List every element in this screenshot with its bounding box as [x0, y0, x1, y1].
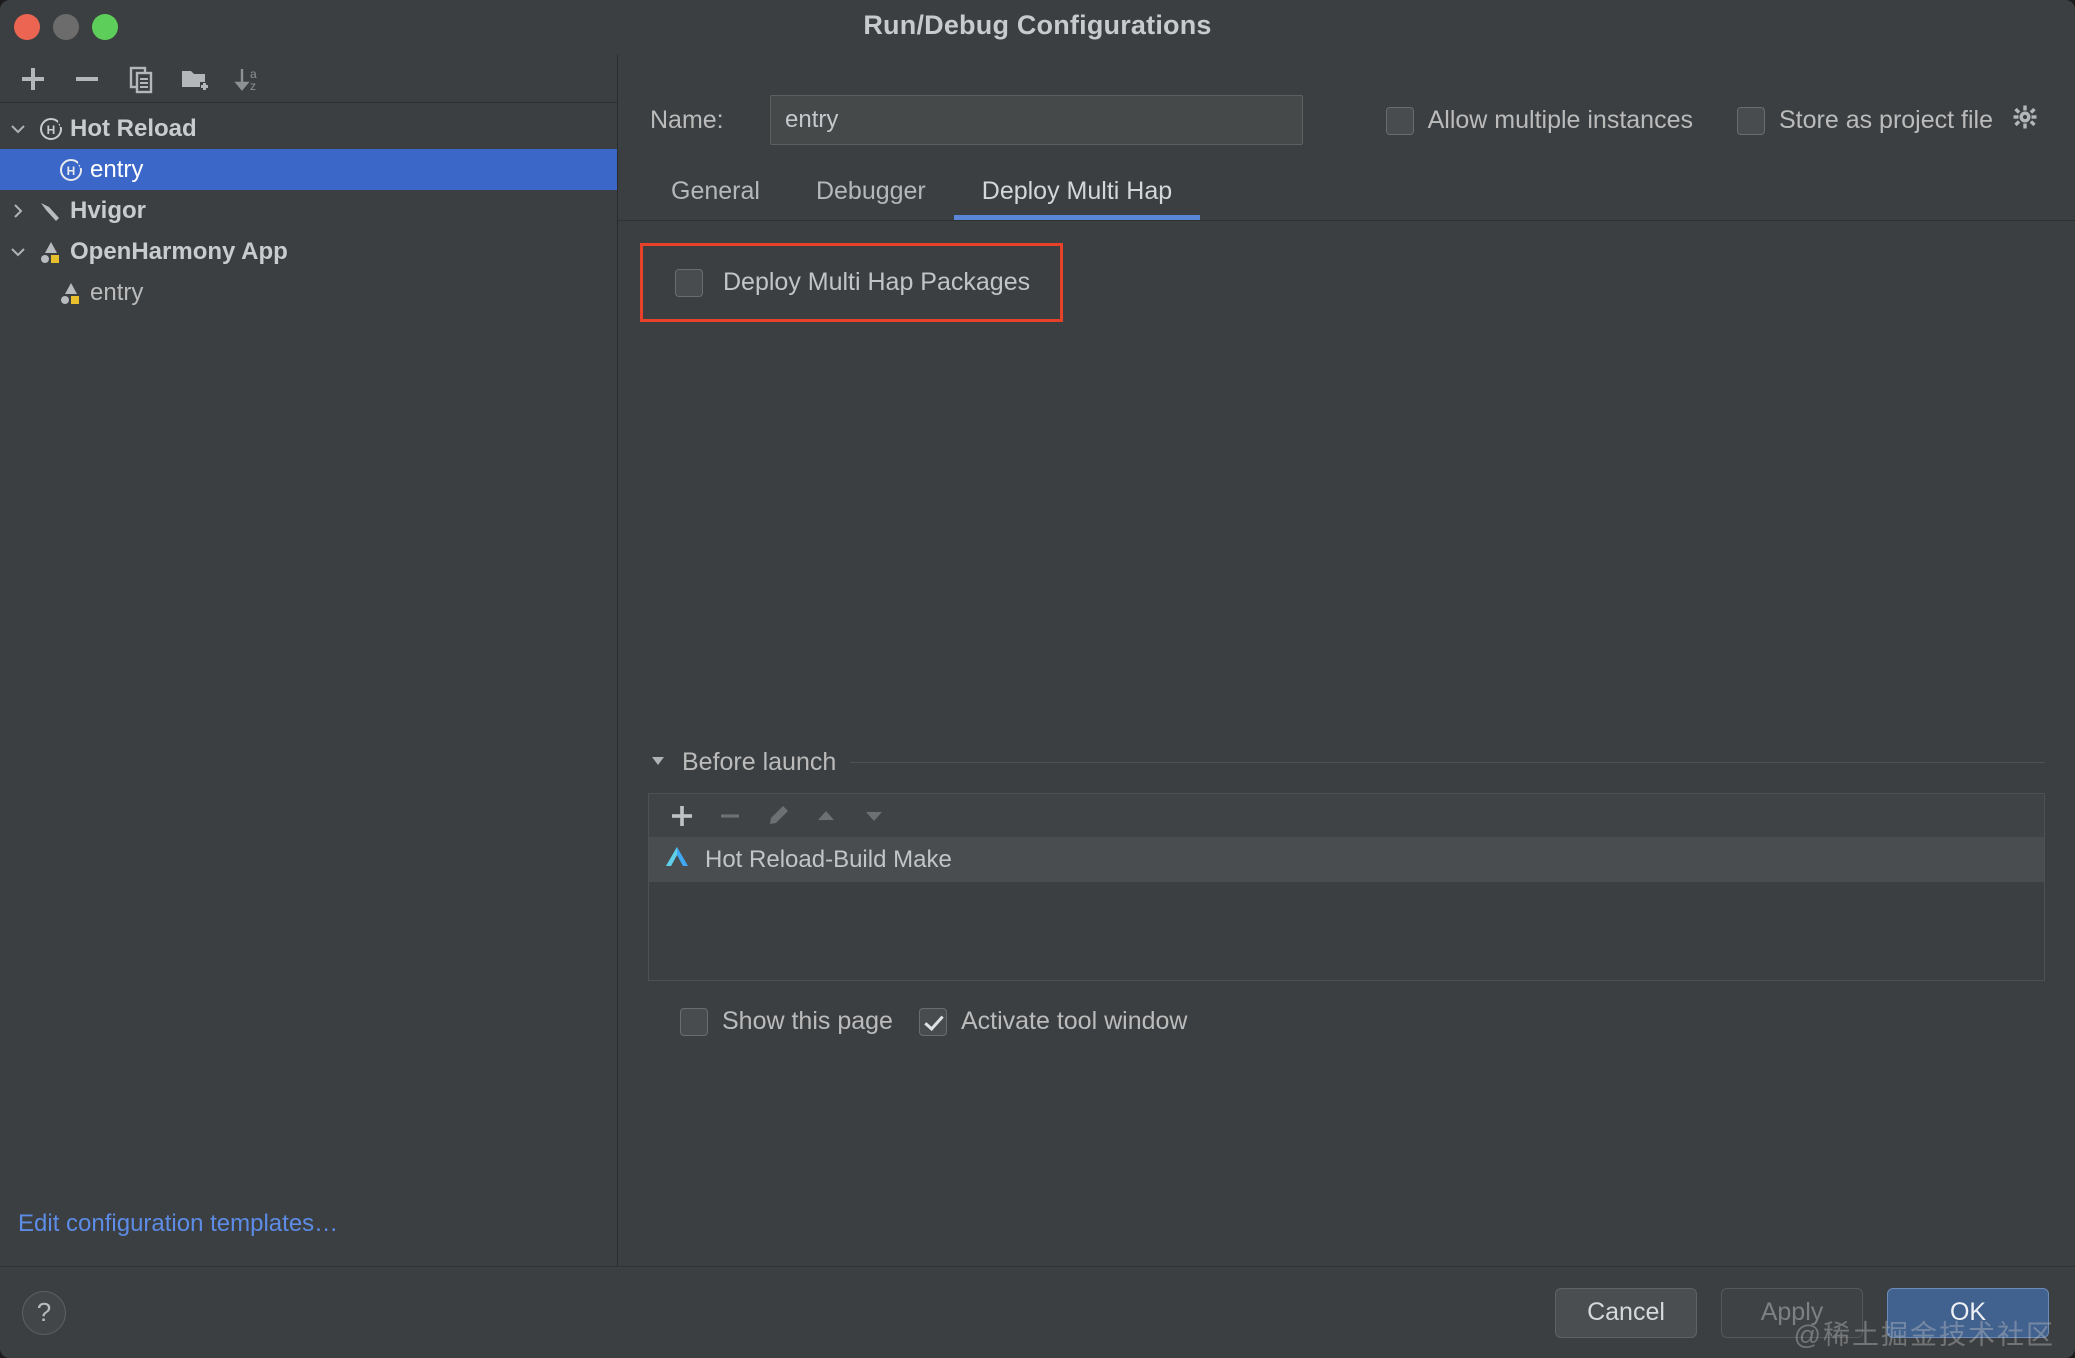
allow-multiple-instances-option[interactable]: Allow multiple instances — [1385, 106, 1693, 135]
configurations-tree: H Hot Reload H entry Hvigor OpenHarmony … — [0, 103, 617, 1210]
remove-configuration-button[interactable] — [62, 59, 112, 99]
tree-item-hvigor[interactable]: Hvigor — [0, 190, 617, 231]
deploy-multi-hap-highlight: Deploy Multi Hap Packages — [640, 243, 1064, 322]
add-before-launch-task-button[interactable] — [661, 798, 703, 834]
before-launch-toolbar — [649, 794, 2044, 838]
allow-multiple-instances-label: Allow multiple instances — [1427, 106, 1693, 134]
before-launch-rule — [850, 762, 2045, 763]
top-options: Allow multiple instances Store as projec… — [1385, 103, 2039, 138]
before-launch-section: Before launch Hot Reload-Build Make Show… — [618, 748, 2075, 1036]
tree-item-openharmony-app[interactable]: OpenHarmony App — [0, 231, 617, 272]
deploy-multi-hap-packages-label: Deploy Multi Hap Packages — [723, 268, 1031, 296]
store-as-project-file-label: Store as project file — [1779, 106, 1993, 134]
show-this-page-option[interactable]: Show this page — [680, 1007, 893, 1036]
title-bar: Run/Debug Configurations — [0, 0, 2075, 55]
tab-deploy-multi-hap[interactable]: Deploy Multi Hap — [953, 169, 1201, 220]
apply-button[interactable]: Apply — [1721, 1287, 1863, 1338]
hot-reload-icon: H — [56, 157, 86, 183]
edit-configuration-templates-link[interactable]: Edit configuration templates… — [0, 1210, 617, 1266]
page-title: Run/Debug Configurations — [863, 10, 1212, 40]
before-launch-title: Before launch — [682, 748, 837, 776]
before-launch-task-list: Hot Reload-Build Make — [649, 838, 2044, 980]
move-task-down-button[interactable] — [853, 798, 895, 834]
triangle-down-icon[interactable] — [648, 750, 668, 775]
tree-item-hot-reload-entry[interactable]: H entry — [0, 149, 617, 190]
before-launch-header[interactable]: Before launch — [648, 748, 2045, 777]
show-this-page-label: Show this page — [722, 1007, 893, 1035]
deveco-build-icon — [663, 843, 691, 878]
new-folder-button[interactable] — [170, 59, 220, 99]
chevron-down-icon[interactable] — [0, 119, 36, 139]
svg-text:H: H — [47, 123, 56, 137]
openharmony-icon — [56, 279, 86, 307]
dialog-action-buttons: Cancel Apply OK — [1555, 1287, 2049, 1338]
name-input[interactable] — [770, 95, 1303, 145]
sort-configurations-button[interactable]: a z — [224, 59, 274, 99]
bottom-options: Show this page Activate tool window — [648, 981, 2045, 1036]
remove-before-launch-task-button[interactable] — [709, 798, 751, 834]
store-as-project-file-checkbox[interactable] — [1737, 106, 1765, 135]
bottom-filler — [618, 1036, 2075, 1266]
deploy-multi-hap-panel: Deploy Multi Hap Packages — [618, 221, 2075, 322]
dialog-body: a z H Hot Reload H entry Hvigor OpenHarm… — [0, 55, 2075, 1266]
tab-debugger[interactable]: Debugger — [788, 169, 954, 220]
svg-text:z: z — [250, 79, 256, 93]
ok-button[interactable]: OK — [1887, 1287, 2049, 1338]
run-debug-configurations-dialog: Run/Debug Configurations a z H Hot Reloa… — [0, 0, 2075, 1358]
configuration-tabs: General Debugger Deploy Multi Hap — [618, 169, 2075, 220]
show-this-page-checkbox[interactable] — [680, 1007, 708, 1036]
activate-tool-window-label: Activate tool window — [960, 1007, 1188, 1035]
tree-item-label: entry — [90, 155, 144, 183]
tree-item-openharmony-entry[interactable]: entry — [0, 272, 617, 313]
tree-item-label: Hot Reload — [70, 114, 197, 142]
activate-tool-window-checkbox[interactable] — [918, 1007, 947, 1036]
deploy-multi-hap-packages-checkbox[interactable] — [675, 268, 703, 297]
tree-item-hot-reload[interactable]: H Hot Reload — [0, 108, 617, 149]
configuration-editor: Name: Allow multiple instances Store as … — [618, 55, 2075, 1266]
sidebar-toolbar: a z — [0, 55, 617, 103]
before-launch-task-row[interactable]: Hot Reload-Build Make — [649, 838, 2044, 882]
chevron-down-icon[interactable] — [0, 242, 36, 262]
allow-multiple-instances-checkbox[interactable] — [1385, 106, 1414, 135]
help-button[interactable]: ? — [22, 1290, 66, 1335]
copy-configuration-button[interactable] — [116, 59, 166, 99]
tree-item-label: Hvigor — [70, 196, 147, 224]
hvigor-hammer-icon — [36, 198, 66, 224]
gear-icon[interactable] — [2011, 103, 2039, 138]
svg-text:H: H — [67, 164, 76, 178]
before-launch-task-label: Hot Reload-Build Make — [705, 846, 952, 873]
configurations-sidebar: a z H Hot Reload H entry Hvigor OpenHarm… — [0, 55, 618, 1266]
move-task-up-button[interactable] — [805, 798, 847, 834]
name-label: Name: — [650, 105, 724, 134]
tab-general[interactable]: General — [643, 169, 788, 220]
edit-before-launch-task-button[interactable] — [757, 798, 799, 834]
dialog-footer: ? Cancel Apply OK @稀土掘金技术社区 — [0, 1266, 2075, 1358]
cancel-button[interactable]: Cancel — [1555, 1287, 1697, 1338]
hot-reload-icon: H — [36, 116, 66, 142]
chevron-right-icon[interactable] — [0, 201, 36, 221]
tree-item-label: entry — [90, 278, 144, 306]
before-launch-panel: Hot Reload-Build Make — [648, 793, 2045, 981]
activate-tool-window-option[interactable]: Activate tool window — [918, 1007, 1188, 1036]
store-as-project-file-option[interactable]: Store as project file — [1737, 103, 2039, 138]
openharmony-icon — [36, 238, 66, 266]
add-configuration-button[interactable] — [8, 59, 58, 99]
tree-item-label: OpenHarmony App — [70, 237, 288, 265]
